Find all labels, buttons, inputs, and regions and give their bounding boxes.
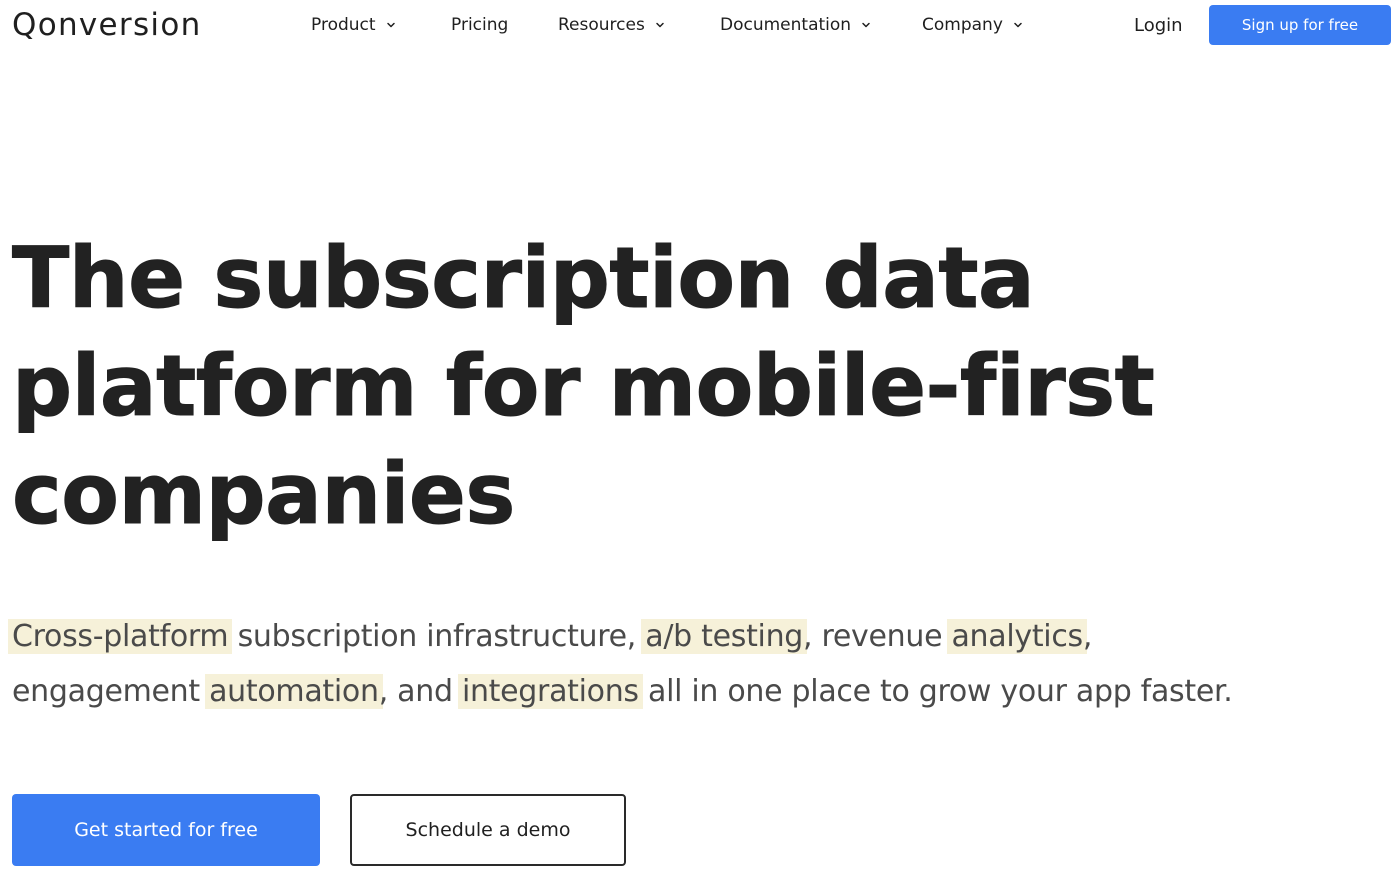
- get-started-button[interactable]: Get started for free: [12, 794, 320, 866]
- subtitle-text: all in one place to grow your app faster…: [638, 674, 1233, 709]
- nav-resources[interactable]: Resources: [558, 10, 666, 40]
- nav-pricing[interactable]: Pricing: [451, 10, 508, 40]
- nav-documentation-label: Documentation: [720, 15, 852, 35]
- subtitle-text: , and: [378, 674, 462, 709]
- chevron-down-icon: [385, 19, 397, 31]
- subtitle-text: ,: [1082, 619, 1093, 654]
- login-link[interactable]: Login: [1134, 12, 1183, 40]
- hero-headline: The subscription data platform for mobil…: [12, 224, 1162, 548]
- chevron-down-icon: [860, 19, 872, 31]
- nav-documentation[interactable]: Documentation: [720, 10, 872, 40]
- highlight-ab-testing: a/b testing: [641, 619, 808, 654]
- nav-resources-label: Resources: [558, 15, 645, 35]
- hero-headline-line: companies: [12, 445, 516, 544]
- highlight-automation: automation: [205, 674, 383, 709]
- highlight-cross-platform: Cross-platform: [8, 619, 233, 654]
- signup-button[interactable]: Sign up for free: [1209, 5, 1391, 45]
- nav-product[interactable]: Product: [311, 10, 397, 40]
- schedule-demo-button[interactable]: Schedule a demo: [350, 794, 626, 866]
- logo[interactable]: Qonversion: [12, 6, 202, 44]
- highlight-integrations: integrations: [457, 674, 643, 709]
- hero-headline-line: platform for mobile-first: [12, 337, 1156, 436]
- hero-headline-line: The subscription data: [12, 229, 1036, 328]
- nav-company[interactable]: Company: [922, 10, 1024, 40]
- hero-subtitle-line: engagement automation, and integrations …: [12, 664, 1352, 719]
- subtitle-text: subscription infrastructure,: [228, 619, 646, 654]
- highlight-analytics: analytics: [947, 619, 1087, 654]
- nav-company-label: Company: [922, 15, 1003, 35]
- chevron-down-icon: [654, 19, 666, 31]
- subtitle-text: engagement: [12, 674, 210, 709]
- hero-subtitle: Cross-platform subscription infrastructu…: [8, 609, 1352, 719]
- chevron-down-icon: [1012, 19, 1024, 31]
- subtitle-text: , revenue: [803, 619, 952, 654]
- nav-product-label: Product: [311, 15, 376, 35]
- landing-page: Qonversion Product Pricing Resources Doc…: [0, 0, 1400, 883]
- nav-pricing-label: Pricing: [451, 15, 509, 35]
- hero-subtitle-line: Cross-platform subscription infrastructu…: [8, 609, 1352, 664]
